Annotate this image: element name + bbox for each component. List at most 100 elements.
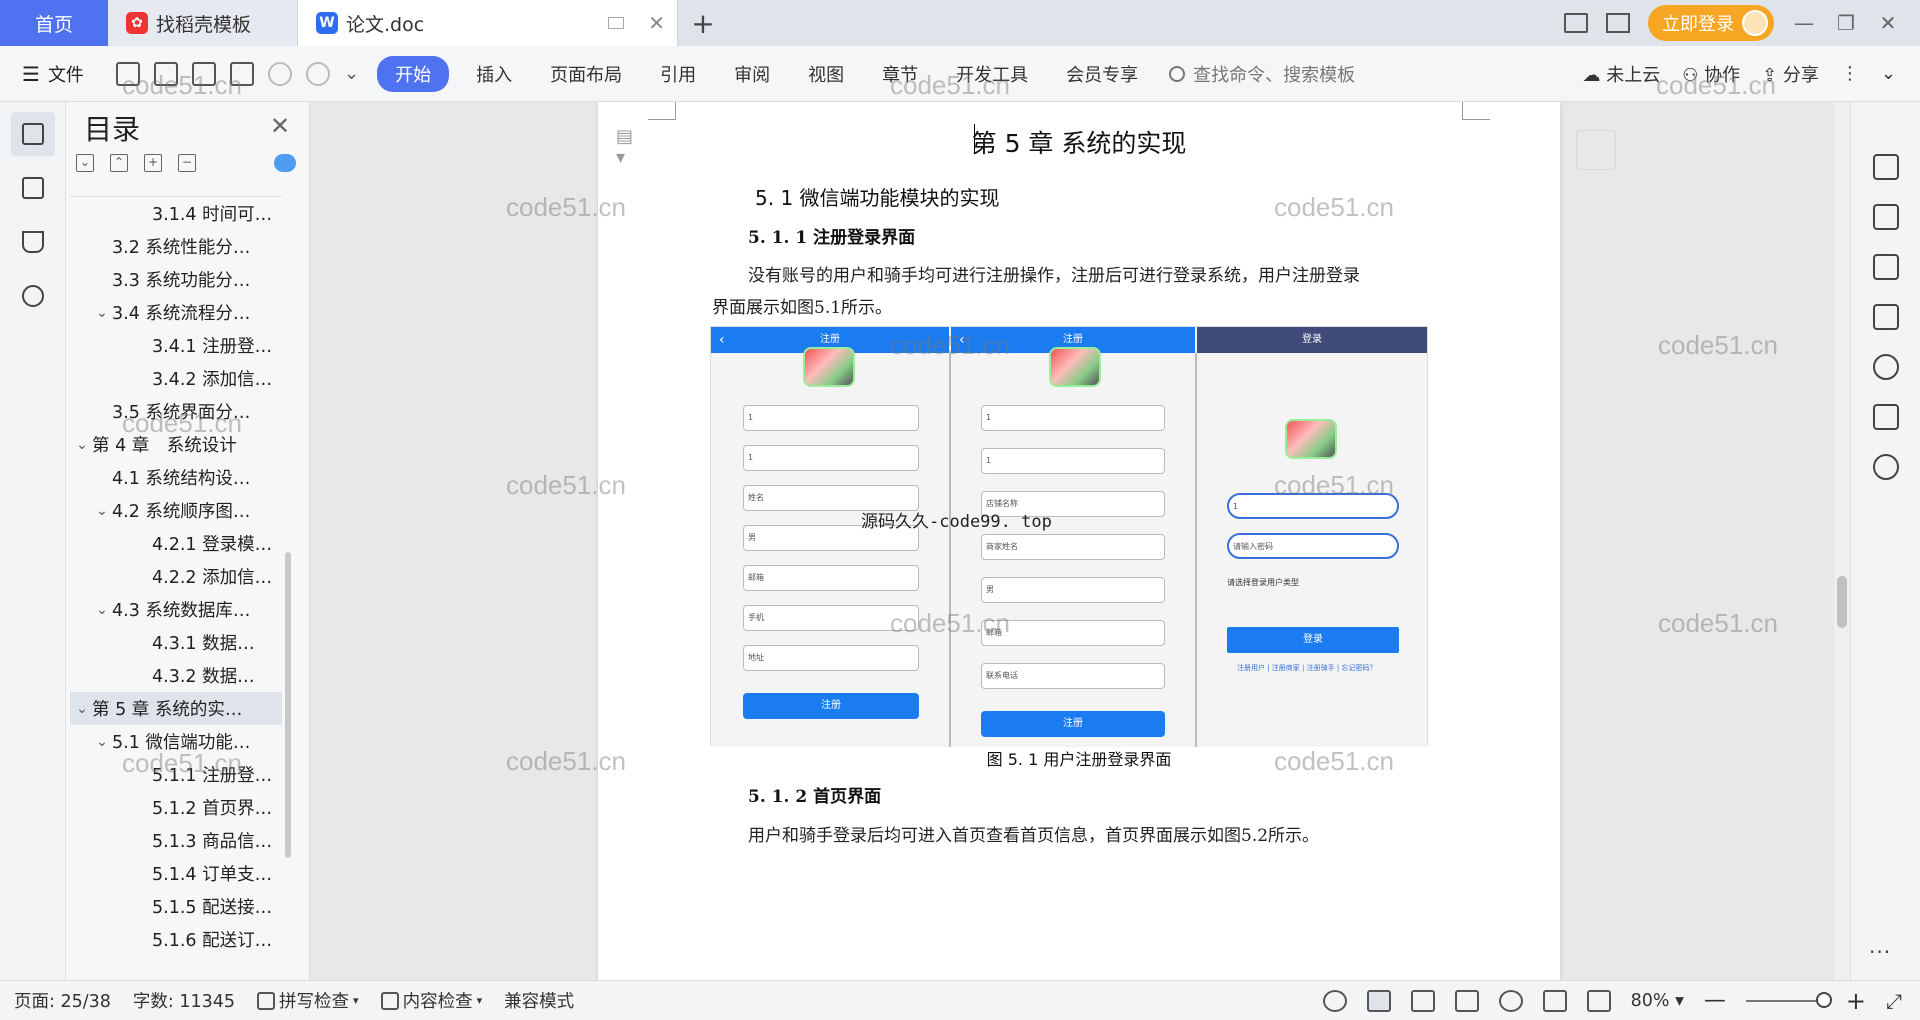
chevron-down-icon[interactable]: ⌄ [92, 602, 112, 618]
chevron-down-icon[interactable]: ⌄ [92, 503, 112, 519]
window-close-icon[interactable]: ✕ [1876, 11, 1900, 35]
adjust-icon[interactable] [1872, 254, 1899, 280]
new-tab-button[interactable]: + [678, 0, 728, 46]
chevron-down-icon[interactable]: ⌄ [72, 437, 92, 453]
toc-item[interactable]: 5.1.4 订单支… [70, 857, 282, 890]
layout-icon[interactable] [1564, 13, 1588, 33]
reader-icon[interactable] [1872, 404, 1899, 430]
web-view-icon[interactable] [1498, 989, 1523, 1012]
toc-item[interactable]: 3.1.4 时间可… [70, 197, 282, 230]
content-check-button[interactable]: 内容检查 ▾ [380, 988, 482, 1013]
toc-sync-toggle[interactable] [274, 154, 296, 172]
close-icon[interactable]: ✕ [648, 11, 665, 35]
toc-item[interactable]: ⌄ 第 4 章 系统设计 [70, 428, 282, 461]
collab-button[interactable]: ⚇ 协作 [1682, 61, 1740, 87]
zoom-slider-knob[interactable] [1815, 991, 1832, 1008]
toc-item[interactable]: 5.1.5 配送接… [70, 890, 282, 923]
document-scrollbar[interactable] [1834, 102, 1850, 980]
spell-check-button[interactable]: 拼写检查 ▾ [257, 988, 359, 1013]
toc-item[interactable]: 3.2 系统性能分… [70, 230, 282, 263]
word-count[interactable]: 字数: 11345 [133, 988, 235, 1013]
toc-item[interactable]: ⌄ 4.2 系统顺序图… [70, 494, 282, 527]
fit-page-icon[interactable] [1586, 989, 1611, 1012]
tab-doc[interactable]: W 论文.doc ✕ [298, 0, 678, 46]
toc-item[interactable]: 4.3.1 数据… [70, 626, 282, 659]
add-heading-icon[interactable]: + [144, 154, 162, 172]
filter-button[interactable] [1576, 130, 1616, 170]
toc-item[interactable]: ⌄ 5.1 微信端功能… [70, 725, 282, 758]
more-vertical-icon[interactable]: ⋮ [1841, 63, 1859, 84]
bookmark-nav-button[interactable] [11, 220, 55, 264]
menu-review[interactable]: 审阅 [715, 61, 789, 87]
toc-nav-button[interactable] [10, 112, 55, 156]
expand-up-icon[interactable]: ⌃ [110, 154, 128, 172]
undo-icon[interactable] [268, 61, 292, 86]
menu-member[interactable]: 会员专享 [1047, 61, 1157, 87]
menu-start[interactable]: 开始 [377, 55, 450, 92]
command-search[interactable]: 查找命令、搜索模板 [1169, 61, 1355, 87]
chevron-down-icon[interactable]: ⌄ [92, 734, 112, 750]
pin-icon[interactable] [608, 17, 625, 29]
page-count[interactable]: 页面: 25/38 [14, 988, 111, 1013]
read-view-icon[interactable] [1454, 989, 1479, 1012]
toc-item[interactable]: 5.1.3 商品信… [70, 824, 282, 857]
close-icon[interactable]: ✕ [270, 112, 290, 140]
redo-icon[interactable] [306, 61, 330, 86]
outline-view-icon[interactable] [1410, 989, 1435, 1012]
toc-item[interactable]: 3.5 系统界面分… [70, 395, 282, 428]
menu-view[interactable]: 视图 [789, 61, 863, 87]
zoom-level[interactable]: 80% ▾ [1631, 991, 1684, 1011]
toc-item[interactable]: ⌄ 第 5 章 系统的实… [70, 692, 282, 725]
tab-template[interactable]: ✿ 找稻壳模板 [108, 0, 298, 46]
toc-item[interactable]: 4.2.1 登录模… [70, 527, 282, 560]
toc-item[interactable]: 5.1.2 首页界… [70, 791, 282, 824]
preview-icon[interactable] [230, 61, 254, 86]
toc-item[interactable]: 3.3 系统功能分… [70, 263, 282, 296]
zoom-out-button[interactable]: — [1704, 988, 1726, 1013]
chevron-down-icon[interactable]: ⌄ [92, 305, 112, 321]
pen-icon[interactable] [1872, 154, 1899, 180]
menu-layout[interactable]: 页面布局 [531, 61, 641, 87]
toc-item[interactable]: 5.1.6 配送订… [70, 923, 282, 956]
chevron-down-icon[interactable]: ⌄ [72, 701, 92, 717]
export-icon[interactable] [154, 61, 178, 86]
zoom-in-button[interactable]: + [1846, 987, 1866, 1015]
more-horizontal-icon[interactable]: ··· [1869, 940, 1891, 964]
scrollbar-thumb[interactable] [1837, 576, 1847, 628]
menu-reference[interactable]: 引用 [641, 61, 715, 87]
page-view-icon[interactable] [1366, 989, 1391, 1012]
pointer-icon[interactable] [1872, 204, 1899, 230]
ai-icon[interactable] [1872, 354, 1899, 380]
login-button[interactable]: 立即登录 [1648, 5, 1774, 41]
cloud-button[interactable]: ☁ 未上云 [1583, 61, 1661, 87]
help-icon[interactable] [1872, 454, 1899, 480]
toc-item[interactable]: 4.3.2 数据… [70, 659, 282, 692]
toc-item[interactable]: 4.1 系统结构设… [70, 461, 282, 494]
collapse-all-icon[interactable]: ⌄ [76, 154, 94, 172]
fullscreen-icon[interactable]: ⤢ [1886, 989, 1902, 1013]
eye-protect-icon[interactable] [1322, 989, 1347, 1012]
collapse-ribbon-icon[interactable]: ⌄ [1881, 63, 1896, 84]
document-page[interactable]: ▤ ▾ 第 5 章 系统的实现 5. 1 微信端功能模块的实现 5. 1. 1 … [598, 102, 1560, 980]
toc-item[interactable]: ⌄ 4.3 系统数据库… [70, 593, 282, 626]
toc-item[interactable]: 3.4.1 注册登… [70, 329, 282, 362]
file-menu[interactable]: ☰ 文件 [0, 61, 110, 87]
grid-icon[interactable] [1606, 13, 1630, 33]
chevron-down-icon[interactable]: ⌄ [344, 63, 359, 84]
zoom-slider[interactable] [1745, 991, 1832, 1008]
save-icon[interactable] [116, 61, 140, 86]
outline-nav-button[interactable] [11, 166, 55, 210]
toc-scrollbar[interactable] [285, 552, 291, 858]
find-nav-button[interactable] [11, 274, 55, 318]
menu-insert[interactable]: 插入 [457, 61, 531, 87]
image-tool-icon[interactable] [1872, 304, 1899, 330]
menu-section[interactable]: 章节 [863, 61, 937, 87]
menu-developer[interactable]: 开发工具 [937, 61, 1047, 87]
minimize-icon[interactable]: — [1792, 11, 1816, 35]
print-icon[interactable] [192, 61, 216, 86]
write-view-icon[interactable] [1542, 989, 1567, 1012]
toc-item[interactable]: 4.2.2 添加信… [70, 560, 282, 593]
toc-item[interactable]: ⌄ 3.4 系统流程分… [70, 296, 282, 329]
remove-heading-icon[interactable]: − [178, 154, 196, 172]
tab-home[interactable]: 首页 [0, 0, 108, 46]
